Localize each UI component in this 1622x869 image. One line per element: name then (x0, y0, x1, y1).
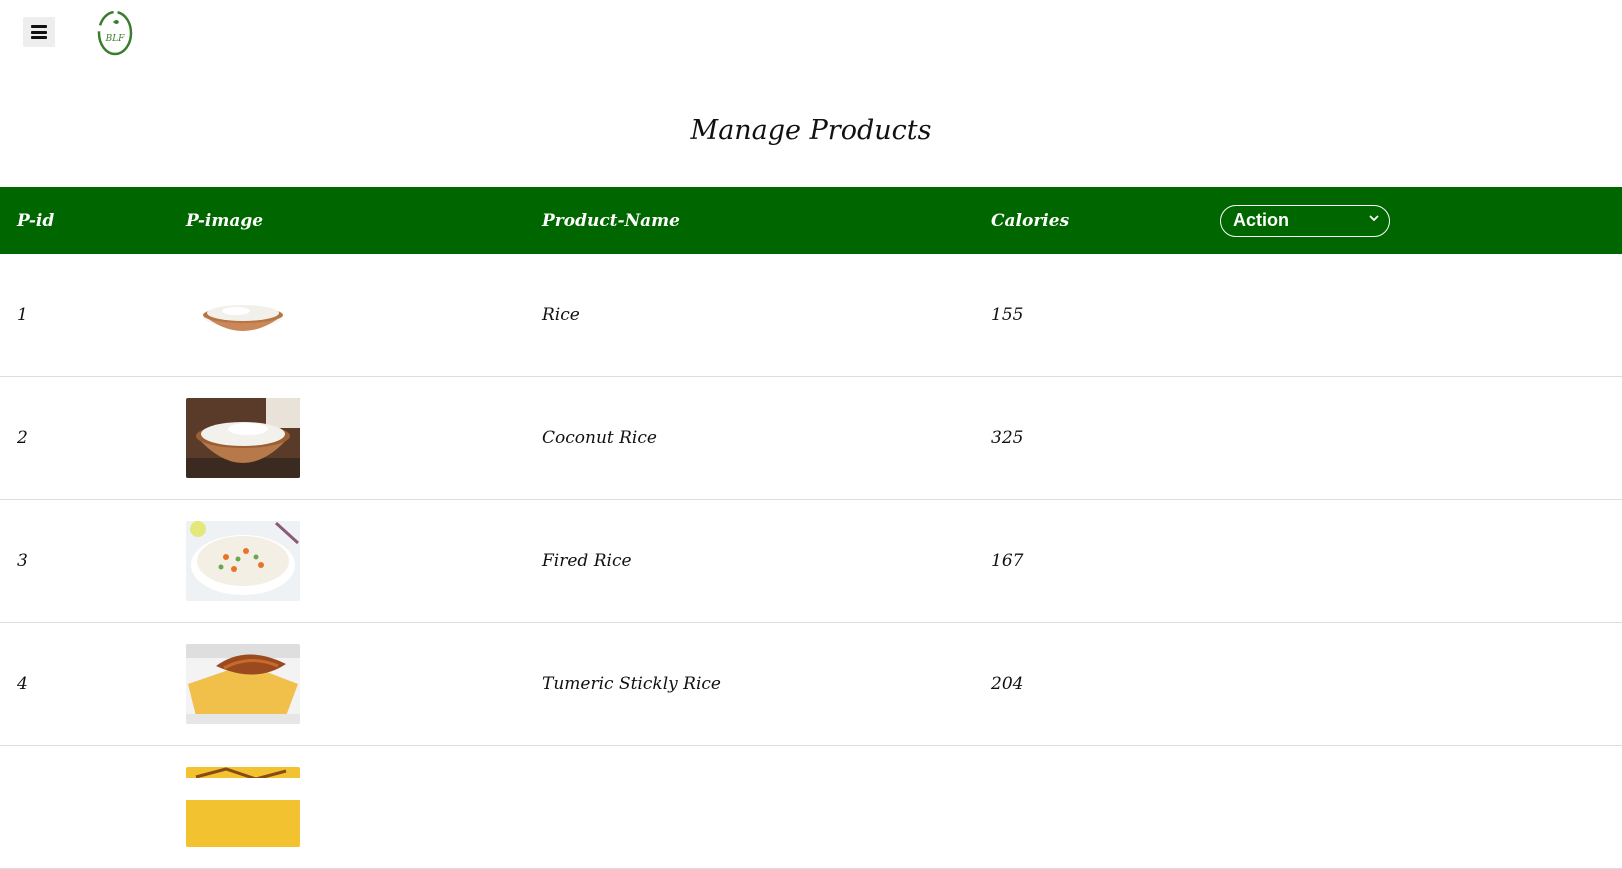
cell-calories: 155 (974, 254, 1203, 377)
menu-button[interactable] (23, 17, 55, 47)
svg-text:BLF: BLF (105, 34, 126, 44)
hamburger-icon (31, 25, 47, 39)
action-select-value: Action (1233, 209, 1289, 230)
action-select[interactable]: Action (1220, 204, 1390, 237)
cell-product-name (525, 745, 974, 869)
products-table: P-id P-image Product-Name Calories Actio… (0, 187, 1622, 869)
cell-product-name: Tumeric Stickly Rice (525, 622, 974, 746)
table-row[interactable]: 4 Tumeric Stickly Rice 204 (0, 622, 1622, 746)
cell-product-name: Rice (525, 254, 974, 377)
cell-pimage (169, 376, 525, 500)
cell-action (1203, 622, 1622, 746)
cell-calories: 167 (974, 499, 1203, 623)
cell-calories (974, 745, 1203, 869)
cell-pimage (169, 745, 525, 869)
table-row[interactable]: 2 Coconut Rice 325 (0, 376, 1622, 500)
cell-product-name: Fired Rice (525, 499, 974, 623)
cell-pid: 1 (0, 254, 169, 377)
cell-pid (0, 745, 169, 869)
coconut-rice-image (186, 398, 300, 478)
column-header-calories: Calories (991, 210, 1070, 231)
cell-pimage (169, 499, 525, 623)
rice-bowl-image (186, 275, 300, 355)
table-header-row: P-id P-image Product-Name Calories Actio… (0, 187, 1622, 254)
cell-pimage (169, 622, 525, 746)
fried-rice-image (186, 521, 300, 601)
cell-calories: 204 (974, 622, 1203, 746)
cell-action (1203, 376, 1622, 500)
page-title: Manage Products (690, 115, 932, 146)
table-row[interactable] (0, 745, 1622, 869)
viewport-bottom (0, 778, 1622, 800)
cell-product-name: Coconut Rice (525, 376, 974, 500)
table-row[interactable]: 1 Rice 155 (0, 254, 1622, 377)
cell-action (1203, 745, 1622, 869)
cell-pimage (169, 254, 525, 377)
table-row[interactable]: 3 Fired Rice 167 (0, 499, 1622, 623)
cell-action (1203, 499, 1622, 623)
column-header-pimage: P-image (186, 210, 264, 231)
column-header-action: Action (1203, 187, 1622, 254)
cell-pid: 3 (0, 499, 169, 623)
top-bar: BLF (0, 0, 1622, 70)
tumeric-sticky-rice-image (186, 644, 300, 724)
chevron-down-icon (1369, 214, 1379, 221)
column-header-pid: P-id (17, 210, 55, 231)
cell-pid: 4 (0, 622, 169, 746)
cell-pid: 2 (0, 376, 169, 500)
logo[interactable]: BLF (95, 8, 135, 58)
cell-action (1203, 254, 1622, 377)
cell-calories: 325 (974, 376, 1203, 500)
column-header-product-name: Product-Name (542, 210, 680, 231)
